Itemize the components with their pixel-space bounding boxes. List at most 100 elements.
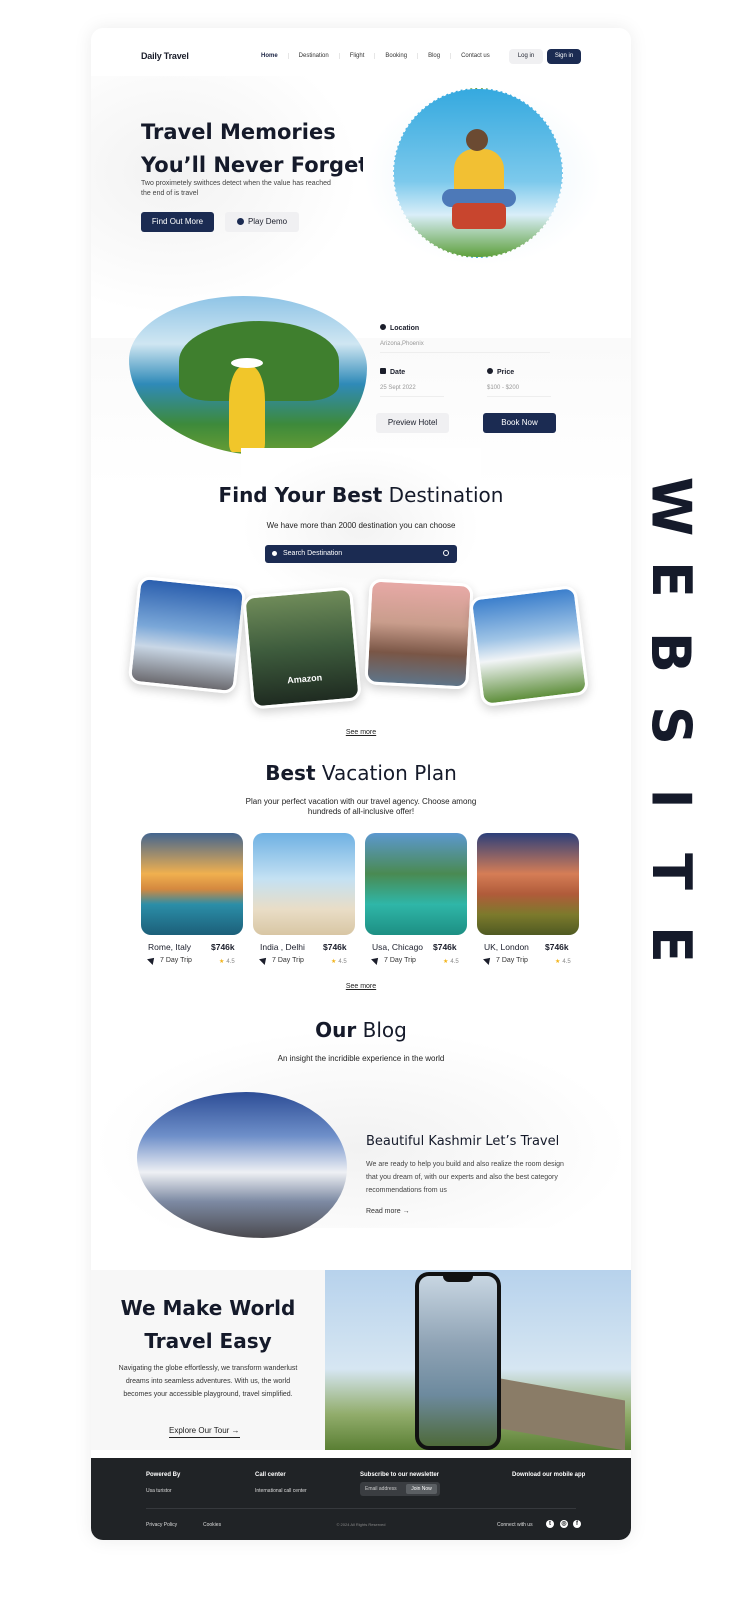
plane-icon: [147, 955, 157, 965]
vacation-title-bold: Best: [265, 761, 316, 785]
nav-link-contact[interactable]: Contact us: [450, 53, 500, 59]
destination-card-label: Amazon: [286, 672, 323, 686]
vacation-card-city: Usa, Chicago: [372, 942, 424, 952]
nav-link-flight[interactable]: Flight: [338, 53, 375, 59]
find-out-more-button[interactable]: Find Out More: [141, 212, 214, 232]
vacation-card-trip: 7 Day Trip: [259, 955, 304, 965]
footer-call-value[interactable]: International call center: [255, 1488, 307, 1494]
vacation-card-price: $746k: [433, 942, 457, 952]
footer: Powered By Usa turistor Call center Inte…: [91, 1458, 631, 1540]
play-demo-button[interactable]: Play Demo: [225, 212, 299, 232]
price-field[interactable]: $100 - $200: [487, 385, 551, 397]
destination-see-more-link[interactable]: See more: [91, 729, 631, 736]
book-now-button[interactable]: Book Now: [483, 413, 556, 433]
destination-subtitle: We have more than 2000 destination you c…: [266, 521, 456, 530]
hero-title: Travel Memories You’ll Never Forget: [141, 116, 371, 182]
vacation-card-city: UK, London: [484, 942, 529, 952]
promo-text: Navigating the globe effortlessly, we tr…: [118, 1365, 298, 1398]
search-icon[interactable]: [443, 550, 449, 556]
vacation-card-trip: 7 Day Trip: [147, 955, 192, 965]
vacation-card-image-chicago[interactable]: [365, 833, 467, 935]
promo-title: We Make World Travel Easy: [91, 1292, 325, 1358]
destination-title: Find Your Best Destination: [91, 483, 631, 507]
plane-icon: [371, 955, 381, 965]
side-letter: E: [639, 561, 703, 598]
location-field[interactable]: Arizona,Phoenix: [380, 341, 550, 353]
side-letter: T: [639, 853, 703, 890]
phone-mockup: [415, 1272, 501, 1450]
footer-download-heading[interactable]: Download our mobile app: [512, 1472, 585, 1478]
footer-powered-heading: Powered By: [146, 1472, 181, 1478]
blog-title-bold: Our: [315, 1018, 357, 1042]
side-letter: I: [639, 788, 703, 809]
blog-post-excerpt: We are ready to help you build and also …: [366, 1161, 564, 1194]
vacation-title-light: Vacation Plan: [321, 761, 457, 785]
vacation-title: Best Vacation Plan: [91, 761, 631, 785]
vacation-card-price: $746k: [323, 942, 347, 952]
vacation-card-price: $746k: [211, 942, 235, 952]
preview-hotel-button[interactable]: Preview Hotel: [376, 413, 449, 433]
hero-subtitle: Two proximetely swithces detect when the…: [141, 180, 331, 197]
nav-link-booking[interactable]: Booking: [374, 53, 417, 59]
vacation-subtitle: Plan your perfect vacation with our trav…: [91, 797, 631, 817]
connect-label: Connect with us: [497, 1522, 533, 1528]
destination-title-bold: Find Your Best: [218, 483, 383, 507]
vacation-card-image-delhi[interactable]: [253, 833, 355, 935]
nav-link-destination[interactable]: Destination: [287, 53, 339, 59]
promo-title-line-1: We Make World: [120, 1296, 296, 1320]
destination-card-mountain[interactable]: [127, 575, 247, 695]
hero-title-line-1: Travel Memories: [141, 120, 336, 144]
vacation-card-image-london[interactable]: [477, 833, 579, 935]
facebook-icon[interactable]: f: [573, 1520, 581, 1528]
nav-link-blog[interactable]: Blog: [417, 53, 450, 59]
phone-notch: [443, 1274, 473, 1282]
destination-title-light: Destination: [388, 483, 504, 507]
vacation-card-trip: 7 Day Trip: [483, 955, 528, 965]
price-icon: [487, 368, 493, 374]
blog-post-title[interactable]: Beautiful Kashmir Let’s Travel: [366, 1134, 559, 1149]
destination-card-resort[interactable]: [364, 578, 474, 690]
logo[interactable]: Daily Travel: [141, 51, 189, 61]
hero-image: [393, 88, 563, 258]
join-now-button[interactable]: Join Now: [406, 1484, 437, 1494]
twitter-icon[interactable]: t: [546, 1520, 554, 1528]
search-placeholder: Search Destination: [283, 550, 343, 557]
signin-button[interactable]: Sign in: [547, 49, 581, 64]
instagram-icon[interactable]: ◎: [560, 1520, 568, 1528]
vacation-subtitle-line-1: Plan your perfect vacation with our trav…: [245, 797, 477, 806]
nav-link-home[interactable]: Home: [251, 53, 288, 59]
star-icon: ★: [443, 959, 449, 965]
vacation-card-rating: ★ 4.5: [331, 959, 347, 965]
calendar-icon: [380, 368, 386, 374]
vacation-card-city: Rome, Italy: [148, 942, 191, 952]
footer-powered-value[interactable]: Usa turistor: [146, 1488, 172, 1494]
vacation-card-image-rome[interactable]: [141, 833, 243, 935]
date-label: Date: [380, 368, 405, 376]
login-button[interactable]: Log in: [509, 49, 543, 64]
sun-hat: [231, 358, 263, 368]
woman-figure: [229, 366, 265, 452]
vacation-subtitle-line-2: hundreds of all-inclusive offer!: [307, 807, 415, 816]
side-letter: W: [639, 476, 703, 537]
plane-icon: [483, 955, 493, 965]
destination-card-amazon[interactable]: Amazon: [242, 586, 362, 710]
destination-search-input[interactable]: Search Destination: [265, 545, 457, 563]
play-icon: [236, 218, 244, 225]
side-letter: B: [639, 631, 703, 674]
promo-image: [325, 1270, 631, 1450]
footer-divider: [146, 1508, 576, 1509]
star-icon: ★: [331, 959, 337, 965]
explore-tour-link[interactable]: Explore Our Tour →: [169, 1426, 240, 1438]
date-field[interactable]: 25 Sept 2022: [380, 385, 444, 397]
side-letter: E: [639, 926, 703, 963]
vacation-card-rating: ★ 4.5: [555, 959, 571, 965]
promo-title-line-2: Travel Easy: [144, 1329, 272, 1353]
hero-title-line-2: You’ll Never Forget: [141, 153, 369, 177]
vacation-card-trip: 7 Day Trip: [371, 955, 416, 965]
destination-card-hiker[interactable]: [468, 584, 590, 708]
star-icon: ★: [219, 959, 225, 965]
price-label: Price: [487, 368, 514, 376]
play-demo-label: Play Demo: [247, 217, 288, 226]
vacation-see-more-link[interactable]: See more: [91, 983, 631, 990]
read-more-link[interactable]: Read more →: [366, 1208, 410, 1215]
